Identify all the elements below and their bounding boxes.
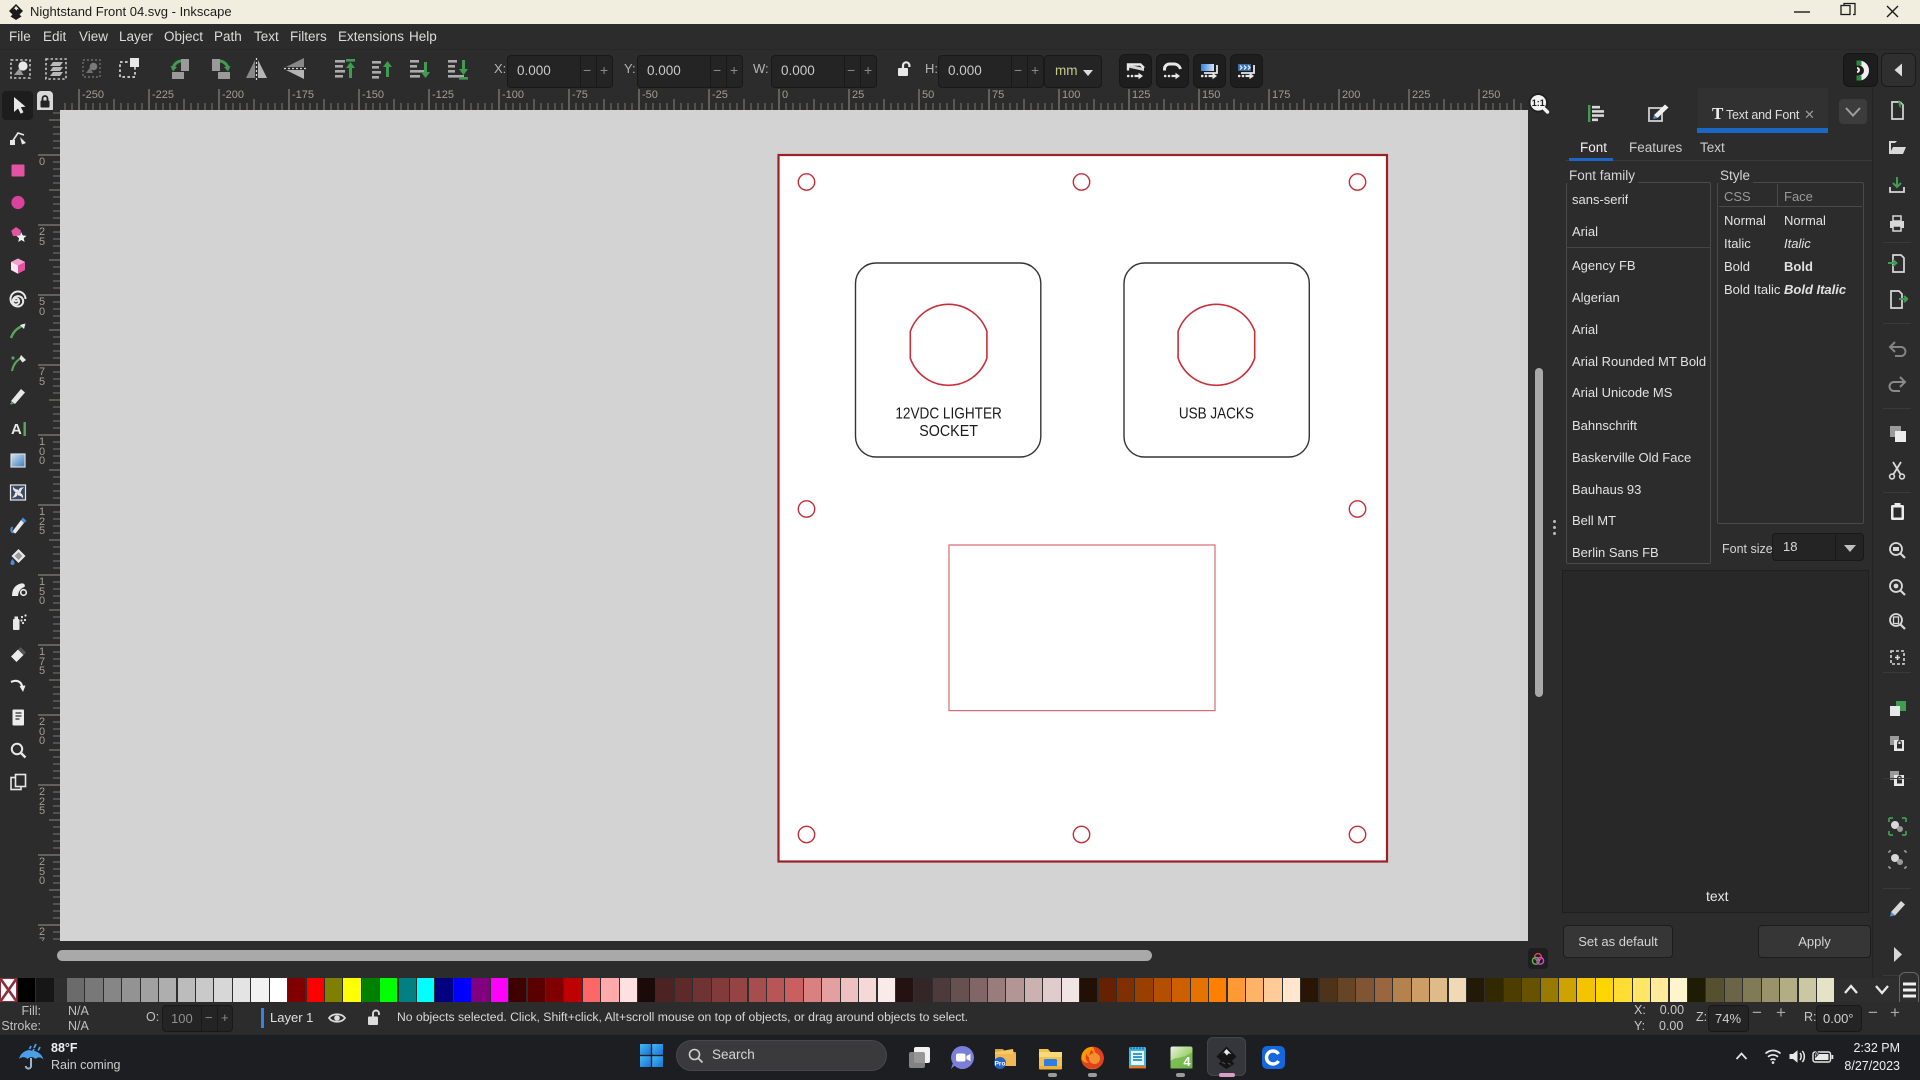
svg-text:1:1: 1:1 bbox=[1532, 98, 1545, 108]
svg-text:12VDC LIGHTER: 12VDC LIGHTER bbox=[895, 405, 1002, 422]
svg-text:4: 4 bbox=[1183, 1054, 1191, 1069]
svg-text:SOCKET: SOCKET bbox=[919, 423, 978, 440]
svg-text:A: A bbox=[11, 421, 22, 438]
svg-text:USB JACKS: USB JACKS bbox=[1179, 405, 1254, 422]
svg-text:Pro: Pro bbox=[995, 1061, 1006, 1068]
